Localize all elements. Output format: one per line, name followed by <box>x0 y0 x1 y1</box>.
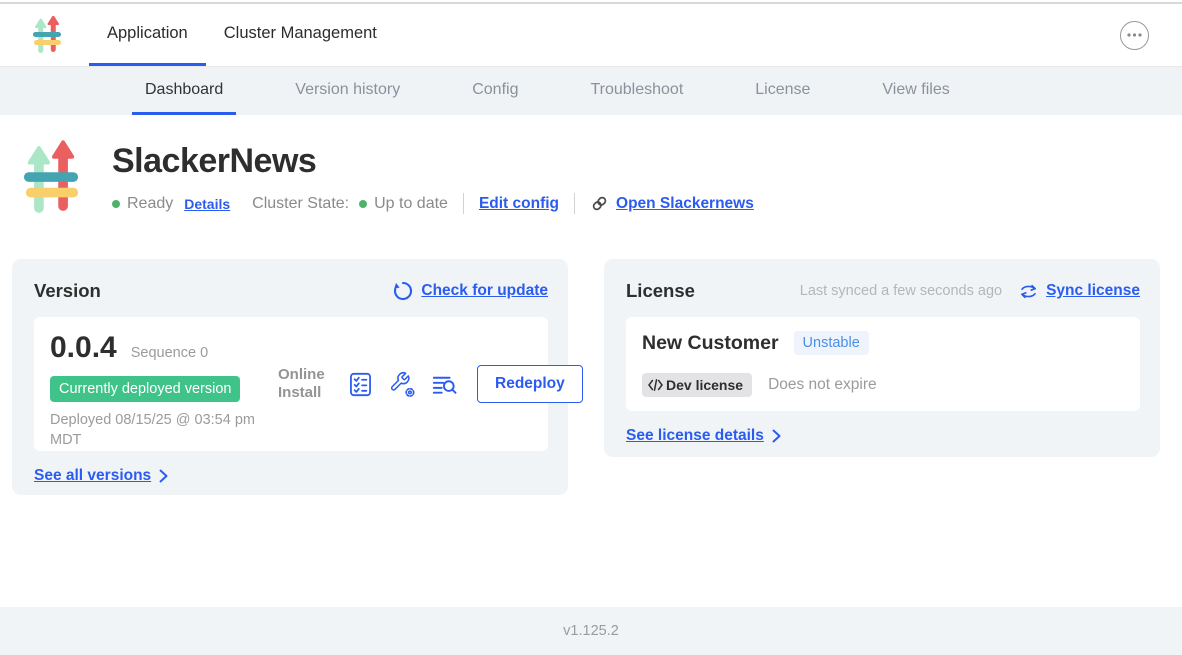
cluster-state-dot <box>359 200 367 208</box>
subtab-troubleshoot-label: Troubleshoot <box>590 81 683 99</box>
subtab-version-history-label: Version history <box>295 81 400 99</box>
app-header: SlackerNews Ready Details Cluster State:… <box>0 115 1182 223</box>
deploy-logs-magnifier-icon[interactable] <box>431 371 458 398</box>
cluster-state-label: Cluster State: <box>252 195 349 213</box>
tab-cluster-management-label: Cluster Management <box>224 24 377 43</box>
license-card-header: License Last synced a few seconds ago Sy… <box>626 279 1140 303</box>
divider <box>463 193 464 214</box>
link-chain-icon <box>590 194 609 213</box>
open-app-link-label: Open Slackernews <box>616 195 754 213</box>
check-for-update-label: Check for update <box>421 282 548 300</box>
deployed-status-badge: Currently deployed version <box>50 376 240 402</box>
slackernews-logo-icon <box>22 140 80 218</box>
chevron-right-icon <box>159 469 168 483</box>
main-content: SlackerNews Ready Details Cluster State:… <box>0 115 1182 607</box>
sync-license-label: Sync license <box>1046 282 1140 300</box>
status-details-link[interactable]: Details <box>184 196 230 212</box>
subtab-troubleshoot[interactable]: Troubleshoot <box>577 67 696 115</box>
config-wrench-gear-icon[interactable] <box>389 371 416 398</box>
divider <box>574 193 575 214</box>
app-header-text: SlackerNews Ready Details Cluster State:… <box>112 140 754 223</box>
overflow-menu-button[interactable] <box>1120 21 1149 50</box>
cluster-state-value: Up to date <box>374 195 448 213</box>
edit-config-link[interactable]: Edit config <box>479 195 559 213</box>
deployed-timestamp: Deployed 08/15/25 @ 03:54 pm MDT <box>50 411 266 450</box>
subtab-dashboard[interactable]: Dashboard <box>132 67 236 115</box>
version-info: 0.0.4 Sequence 0 Currently deployed vers… <box>50 331 272 450</box>
subtab-dashboard-label: Dashboard <box>145 81 223 99</box>
check-for-update-link[interactable]: Check for update <box>393 281 548 301</box>
open-app-link[interactable]: Open Slackernews <box>590 194 754 213</box>
license-card: License Last synced a few seconds ago Sy… <box>604 259 1160 457</box>
sync-arrows-icon <box>1019 282 1038 301</box>
app-status-row: Ready Details Cluster State: Up to date … <box>112 193 754 214</box>
console-version: v1.125.2 <box>563 623 619 639</box>
subtab-config[interactable]: Config <box>459 67 531 115</box>
page: Application Cluster Management Dashboard… <box>0 0 1182 655</box>
tab-application-label: Application <box>107 24 188 43</box>
app-status-label: Ready <box>127 195 173 213</box>
refresh-icon <box>393 281 413 301</box>
ellipsis-icon <box>1127 33 1142 37</box>
sync-license-link[interactable]: Sync license <box>1019 282 1140 301</box>
install-type-label: Online Install <box>278 366 332 401</box>
subtab-config-label: Config <box>472 81 518 99</box>
code-brackets-icon <box>648 379 663 391</box>
license-info-panel: New Customer Unstable Dev license <box>626 317 1140 411</box>
tab-cluster-management[interactable]: Cluster Management <box>206 4 395 66</box>
chevron-right-icon <box>772 429 781 443</box>
license-expiry: Does not expire <box>768 376 877 394</box>
dashboard-cards: Version Check for update 0.0.4 Sequence <box>12 259 1182 495</box>
top-nav: Application Cluster Management <box>0 4 1182 67</box>
see-license-details-label: See license details <box>626 427 764 445</box>
app-sub-nav: Dashboard Version history Config Trouble… <box>0 67 1182 115</box>
slackernews-logo-icon <box>32 16 62 55</box>
see-all-versions-label: See all versions <box>34 467 151 485</box>
subtab-license[interactable]: License <box>742 67 823 115</box>
version-card-header: Version Check for update <box>34 279 548 303</box>
version-actions: Online Install <box>278 365 583 403</box>
redeploy-button[interactable]: Redeploy <box>477 365 583 403</box>
page-title: SlackerNews <box>112 142 754 181</box>
subtab-license-label: License <box>755 81 810 99</box>
see-license-details-link[interactable]: See license details <box>626 427 781 445</box>
subtab-view-files-label: View files <box>882 81 949 99</box>
license-card-title: License <box>626 280 695 302</box>
license-type-badge: Dev license <box>642 373 752 397</box>
subtab-view-files[interactable]: View files <box>869 67 962 115</box>
app-logo-large <box>22 140 80 223</box>
footer: v1.125.2 <box>0 607 1182 655</box>
sequence-label: Sequence 0 <box>131 345 208 361</box>
subtab-version-history[interactable]: Version history <box>282 67 413 115</box>
current-version-panel: 0.0.4 Sequence 0 Currently deployed vers… <box>34 317 548 451</box>
last-synced-label: Last synced a few seconds ago <box>800 283 1002 299</box>
preflight-checklist-icon[interactable] <box>347 371 374 398</box>
app-status-dot <box>112 200 120 208</box>
version-card-title: Version <box>34 280 101 302</box>
channel-badge: Unstable <box>794 331 869 355</box>
top-tabs: Application Cluster Management <box>89 4 395 66</box>
version-card: Version Check for update 0.0.4 Sequence <box>12 259 568 495</box>
app-logo-small <box>32 4 62 66</box>
customer-name: New Customer <box>642 332 779 355</box>
tab-application[interactable]: Application <box>89 4 206 66</box>
see-all-versions-link[interactable]: See all versions <box>34 467 168 485</box>
version-number: 0.0.4 <box>50 331 117 365</box>
license-type-label: Dev license <box>666 377 743 393</box>
